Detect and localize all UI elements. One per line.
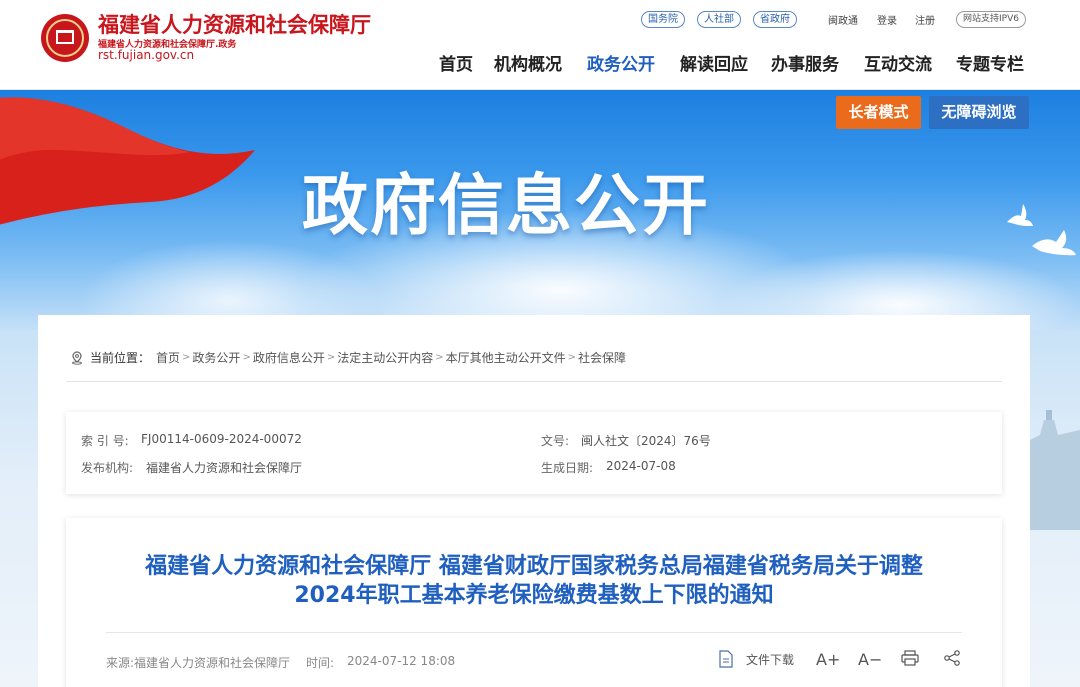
site-domain: rst.fujian.gov.cn: [98, 48, 195, 62]
breadcrumb-item-social-security[interactable]: 社会保障: [578, 349, 626, 366]
index-label: 索 引 号:: [81, 434, 129, 448]
print-icon: [901, 650, 919, 666]
register-link[interactable]: 注册: [915, 12, 935, 27]
banner: 政府信息公开 长者模式 无障碍浏览: [0, 90, 1080, 330]
great-wall-decoration: [1030, 410, 1080, 530]
breadcrumb-label: 当前位置：: [90, 351, 151, 365]
doc-info-panel: 索 引 号: FJ00114-0609-2024-00072 文号: 闽人社文〔…: [66, 412, 1002, 494]
login-link[interactable]: 登录: [877, 12, 897, 27]
date-label: 生成日期:: [541, 461, 594, 475]
download-label[interactable]: 文件下载: [746, 651, 794, 668]
nav-topics[interactable]: 专题专栏: [956, 50, 1024, 75]
dove-icon: [1032, 230, 1076, 256]
divider: [66, 381, 1002, 382]
article-time-label: 时间:: [306, 656, 335, 670]
nav-about[interactable]: 机构概况: [494, 50, 562, 75]
docno-value: 闽人社文〔2024〕76号: [581, 434, 711, 448]
dove-icon: [1007, 204, 1033, 226]
link-state-council[interactable]: 国务院: [641, 11, 685, 28]
breadcrumb-item-other-docs[interactable]: 本厅其他主动公开文件: [446, 349, 566, 366]
font-decrease-button[interactable]: A−: [858, 650, 882, 669]
breadcrumb-item-statutory[interactable]: 法定主动公开内容: [337, 349, 433, 366]
banner-title: 政府信息公开: [302, 167, 710, 244]
share-button[interactable]: [943, 650, 961, 666]
link-mohrss[interactable]: 人社部: [697, 11, 741, 28]
site-name[interactable]: 福建省人力资源和社会保障厅: [98, 9, 371, 39]
nav-interpretation[interactable]: 解读回应: [680, 50, 748, 75]
location-icon: [72, 350, 82, 365]
article-time: 2024-07-12 18:08: [347, 654, 456, 668]
breadcrumb-item-gov-affairs[interactable]: 政务公开: [192, 349, 240, 366]
share-icon: [944, 650, 960, 666]
ipv6-badge: 网站支持IPV6: [956, 11, 1026, 28]
site-header: 福建省人力资源和社会保障厅 福建省人力资源和社会保障厅.政务 rst.fujia…: [0, 0, 1080, 90]
org-value: 福建省人力资源和社会保障厅: [146, 461, 303, 475]
emblem-logo[interactable]: [41, 14, 89, 62]
breadcrumb-item-home[interactable]: 首页: [156, 349, 180, 366]
date-value: 2024-07-08: [606, 459, 676, 473]
document-icon: [719, 650, 733, 668]
elder-mode-button[interactable]: 长者模式: [836, 96, 921, 129]
nav-services[interactable]: 办事服务: [771, 50, 839, 75]
nav-interaction[interactable]: 互动交流: [864, 50, 932, 75]
article-source: 来源:福建省人力资源和社会保障厅: [106, 656, 291, 670]
divider: [106, 632, 962, 633]
nav-home[interactable]: 首页: [439, 50, 473, 75]
nav-gov-affairs[interactable]: 政务公开: [587, 50, 655, 75]
index-value: FJ00114-0609-2024-00072: [141, 432, 302, 446]
article-title-line-2: 2024年职工基本养老保险缴费基数上下限的通知: [294, 583, 774, 608]
org-label: 发布机构:: [81, 461, 134, 475]
accessibility-button[interactable]: 无障碍浏览: [929, 96, 1029, 129]
link-provincial-gov[interactable]: 省政府: [753, 11, 797, 28]
docno-label: 文号:: [541, 434, 570, 448]
print-button[interactable]: [901, 650, 919, 666]
font-increase-button[interactable]: A+: [816, 650, 840, 669]
link-mzt[interactable]: 闽政通: [828, 12, 858, 27]
article: 福建省人力资源和社会保障厅 福建省财政厅国家税务总局福建省税务局关于调整 202…: [66, 518, 1002, 687]
breadcrumb-item-gov-info[interactable]: 政府信息公开: [253, 349, 325, 366]
article-title-line-1: 福建省人力资源和社会保障厅 福建省财政厅国家税务总局福建省税务局关于调整: [145, 554, 923, 579]
download-button[interactable]: 文件下载: [718, 650, 794, 668]
red-flag-icon: [0, 97, 255, 225]
breadcrumb: 当前位置： 首页 > 政务公开 > 政府信息公开 > 法定主动公开内容 > 本厅…: [70, 349, 626, 366]
